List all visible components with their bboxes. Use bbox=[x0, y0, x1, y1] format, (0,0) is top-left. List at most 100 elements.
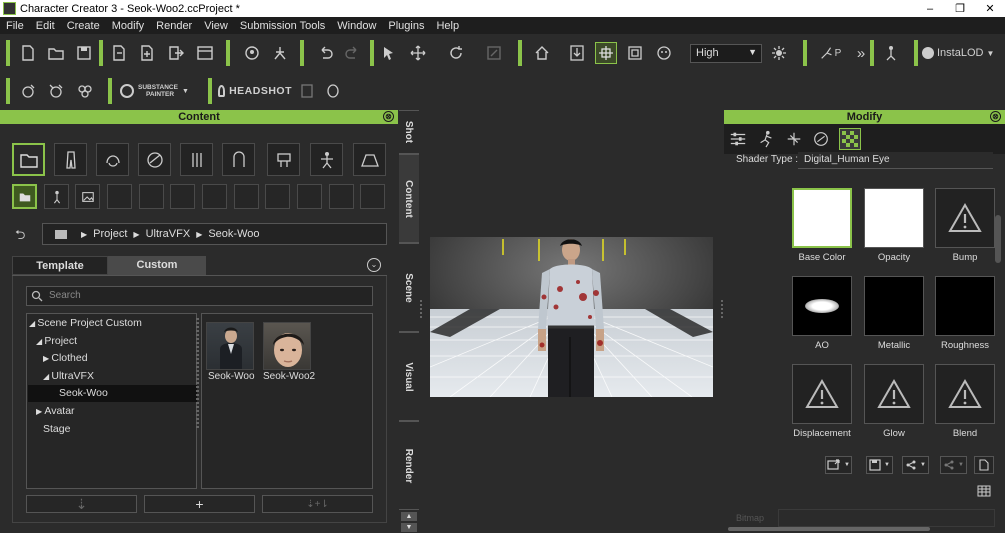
sub-character-button[interactable] bbox=[44, 184, 69, 209]
new-file-icon[interactable] bbox=[17, 42, 39, 64]
save-texture-button[interactable]: ▼ bbox=[866, 456, 893, 474]
menu-file[interactable]: File bbox=[0, 20, 30, 32]
home-camera-icon[interactable] bbox=[531, 42, 553, 64]
menu-window[interactable]: Window bbox=[331, 20, 382, 32]
splitter-handle[interactable] bbox=[420, 300, 422, 320]
scale-icon[interactable] bbox=[483, 42, 505, 64]
item-thumbnail[interactable] bbox=[206, 322, 254, 370]
merge-icon[interactable] bbox=[136, 42, 158, 64]
splitter-handle[interactable] bbox=[196, 318, 199, 428]
tab-custom[interactable]: Custom bbox=[108, 256, 206, 275]
tab-template[interactable]: Template bbox=[12, 256, 108, 275]
search-input[interactable]: Search bbox=[26, 286, 373, 306]
3d-viewport[interactable] bbox=[430, 237, 713, 397]
menu-modify[interactable]: Modify bbox=[106, 20, 150, 32]
hair-category-button[interactable] bbox=[96, 143, 129, 176]
minimize-button[interactable]: – bbox=[915, 0, 945, 17]
drop-to-floor-icon[interactable] bbox=[566, 42, 588, 64]
group-icon[interactable] bbox=[74, 80, 96, 102]
skin-weight-icon[interactable] bbox=[45, 80, 67, 102]
pose-icon[interactable] bbox=[269, 42, 291, 64]
breadcrumb-item[interactable]: Project bbox=[93, 228, 127, 240]
breadcrumb-item[interactable]: Seok-Woo bbox=[208, 228, 259, 240]
channel-opacity[interactable] bbox=[864, 188, 924, 248]
move-icon[interactable] bbox=[407, 42, 429, 64]
tree-node[interactable]: ◢ UltraVFX bbox=[43, 368, 94, 385]
horizontal-scrollbar[interactable] bbox=[728, 527, 930, 531]
redo-icon[interactable] bbox=[342, 42, 364, 64]
accessories-category-button[interactable] bbox=[180, 143, 213, 176]
bone-icon[interactable] bbox=[783, 128, 805, 150]
menu-render[interactable]: Render bbox=[150, 20, 198, 32]
import-icon[interactable] bbox=[108, 42, 130, 64]
light-icon[interactable] bbox=[768, 42, 790, 64]
folder-category-button[interactable] bbox=[12, 143, 45, 176]
morph-icon[interactable] bbox=[17, 80, 39, 102]
share-button[interactable]: ▼ bbox=[902, 456, 929, 474]
select-cursor-icon[interactable] bbox=[378, 42, 400, 64]
headshot-button[interactable]: HEADSHOT bbox=[218, 80, 292, 102]
instalod-button[interactable]: InstaLOD ▼ bbox=[922, 42, 998, 64]
item-thumbnail[interactable] bbox=[263, 322, 311, 370]
replace-button[interactable]: ⇣+⇂ bbox=[262, 495, 373, 513]
load-texture-button[interactable]: ▼ bbox=[825, 456, 852, 474]
back-arrow-icon[interactable]: ⮌ bbox=[15, 226, 25, 248]
splitter-handle[interactable] bbox=[721, 300, 723, 320]
grid-icon[interactable] bbox=[974, 482, 994, 500]
close-icon[interactable]: ⊗ bbox=[990, 111, 1001, 122]
export-icon[interactable] bbox=[165, 42, 187, 64]
channel-bump[interactable] bbox=[935, 188, 995, 248]
channel-base-color[interactable] bbox=[792, 188, 852, 248]
shader-type-field[interactable]: Digital_Human Eye bbox=[798, 152, 993, 169]
menu-view[interactable]: View bbox=[198, 20, 234, 32]
tree-node[interactable]: ◢ Project bbox=[36, 333, 77, 350]
tab-visual[interactable]: Visual bbox=[399, 332, 419, 421]
download-button[interactable]: ⇣ bbox=[26, 495, 137, 513]
materials-category-button[interactable] bbox=[138, 143, 171, 176]
tree-node-selected[interactable]: Seok-Woo bbox=[28, 385, 197, 402]
undo-icon[interactable] bbox=[314, 42, 336, 64]
scroll-down-icon[interactable]: ▼ bbox=[401, 523, 417, 532]
physics-icon[interactable]: P bbox=[815, 42, 845, 64]
morph-slider-icon[interactable] bbox=[810, 128, 832, 150]
tab-scene[interactable]: Scene bbox=[399, 243, 419, 332]
menu-submission-tools[interactable]: Submission Tools bbox=[234, 20, 331, 32]
breadcrumb-item[interactable]: UltraVFX bbox=[146, 228, 191, 240]
channel-metallic[interactable] bbox=[864, 276, 924, 336]
open-folder-icon[interactable] bbox=[45, 42, 67, 64]
tree-node[interactable]: ◢ Scene Project Custom bbox=[29, 315, 142, 332]
face-icon[interactable] bbox=[653, 42, 675, 64]
props-category-button[interactable] bbox=[267, 143, 300, 176]
add-button[interactable]: + bbox=[144, 495, 255, 513]
channel-ao[interactable] bbox=[792, 276, 852, 336]
quality-dropdown[interactable]: High ▼ bbox=[690, 44, 762, 63]
body-category-button[interactable] bbox=[222, 143, 255, 176]
tab-shot[interactable]: Shot bbox=[399, 110, 419, 154]
close-window-button[interactable]: ✕ bbox=[975, 0, 1005, 17]
sub-folder-button[interactable] bbox=[12, 184, 37, 209]
share-disabled-button[interactable]: ▼ bbox=[940, 456, 967, 474]
scroll-up-icon[interactable]: ▲ bbox=[401, 512, 417, 521]
substance-painter-button[interactable]: SUBSTANCE PAINTER ▼ bbox=[120, 80, 190, 102]
modify-scrollbar[interactable] bbox=[995, 215, 1001, 263]
clothing-category-button[interactable] bbox=[54, 143, 87, 176]
more-tools-icon[interactable]: » bbox=[850, 42, 872, 64]
channel-displacement[interactable] bbox=[792, 364, 852, 424]
sliders-icon[interactable] bbox=[727, 128, 749, 150]
pose-category-button[interactable] bbox=[310, 143, 343, 176]
frame-selected-icon[interactable] bbox=[624, 42, 646, 64]
head-icon[interactable] bbox=[322, 80, 344, 102]
material-checker-icon[interactable] bbox=[839, 128, 861, 150]
menu-edit[interactable]: Edit bbox=[30, 20, 61, 32]
document-button[interactable] bbox=[974, 456, 994, 474]
maximize-button[interactable]: ❐ bbox=[945, 0, 975, 17]
menu-create[interactable]: Create bbox=[61, 20, 106, 32]
stage-category-button[interactable] bbox=[353, 143, 386, 176]
menu-help[interactable]: Help bbox=[430, 20, 465, 32]
collapse-circle-icon[interactable]: ⌄ bbox=[367, 258, 381, 272]
bitmap-field[interactable] bbox=[778, 509, 995, 527]
character-select-icon[interactable] bbox=[241, 42, 263, 64]
motion-icon[interactable] bbox=[755, 128, 777, 150]
channel-glow[interactable] bbox=[864, 364, 924, 424]
fit-view-icon[interactable] bbox=[595, 42, 617, 64]
